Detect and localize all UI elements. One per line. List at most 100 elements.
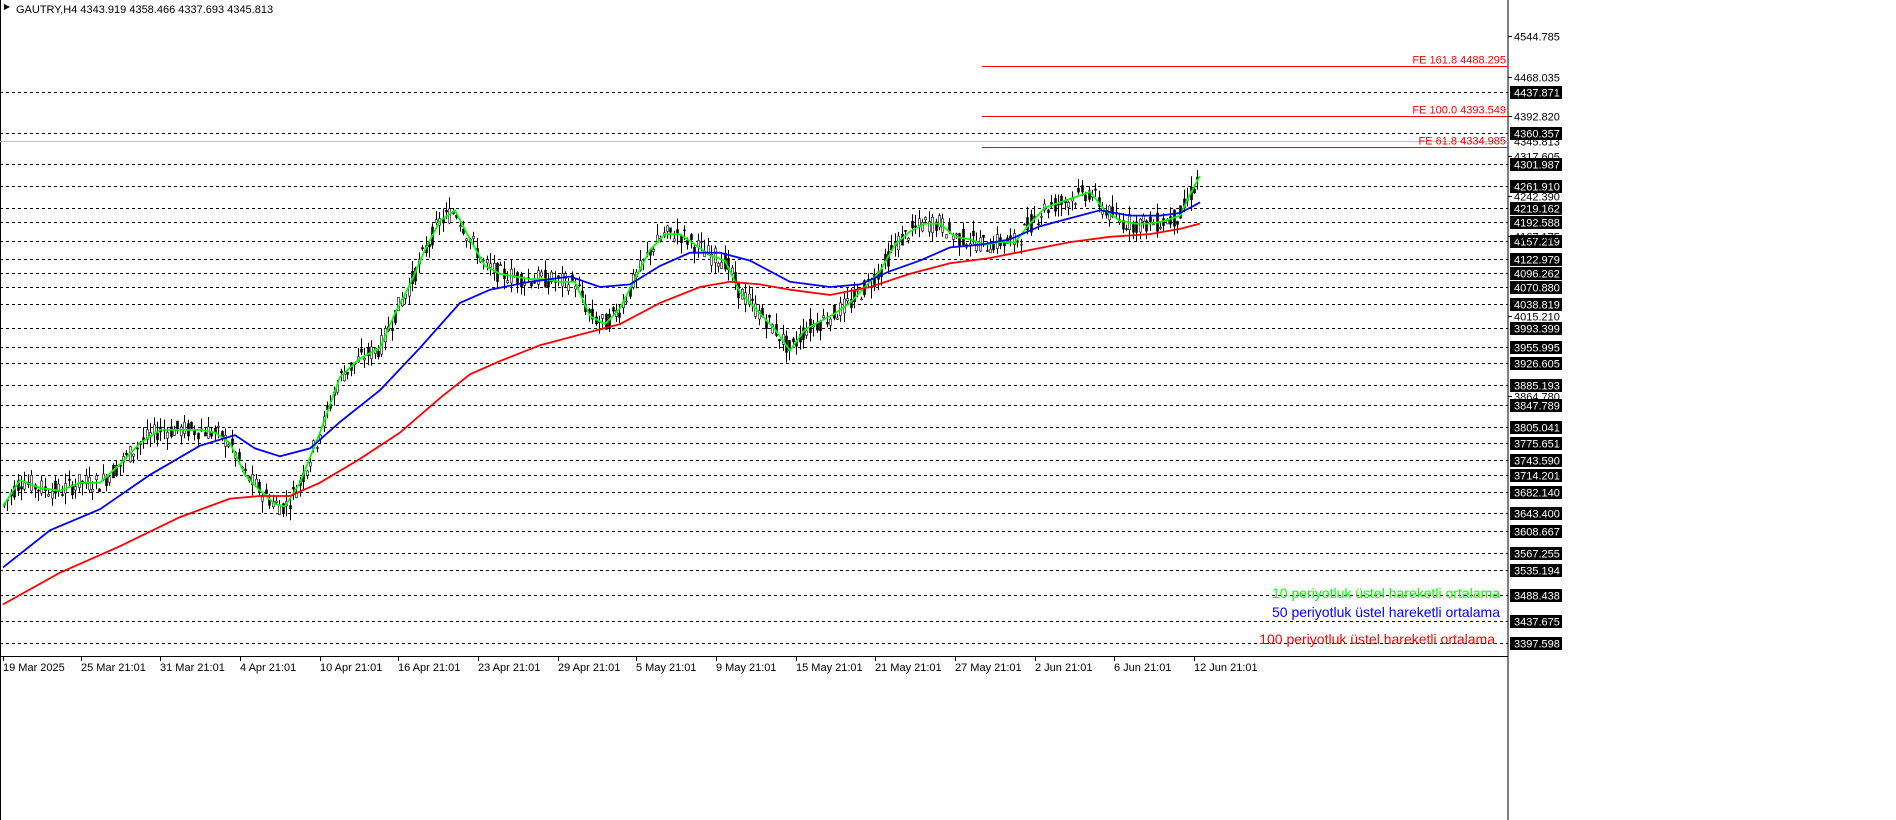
- price-tick-label: 4468.035: [1514, 73, 1560, 85]
- time-tick-label: 5 May 21:01: [636, 662, 697, 674]
- candle-body: [465, 238, 468, 241]
- candle-body: [306, 470, 309, 476]
- candle-body: [190, 421, 193, 429]
- chart-canvas: 4437.8714360.3574301.9874261.9104219.162…: [0, 0, 1896, 820]
- candle-body: [1152, 223, 1155, 226]
- level-price-label: 3437.675: [1514, 617, 1560, 629]
- candle-body: [1094, 188, 1097, 191]
- candle-body: [1047, 209, 1050, 213]
- candle-body: [907, 237, 910, 241]
- price-chart: 4437.871 4360.357 4301.987 4261.910 4219.162…: [0, 0, 1896, 820]
- level-price-label: 4219.162: [1514, 204, 1560, 216]
- candle-body: [47, 494, 50, 497]
- candle-body: [914, 225, 917, 228]
- candle-body: [833, 304, 836, 319]
- candle-body: [292, 486, 295, 490]
- candle-body: [822, 315, 825, 319]
- level-price-label: 3643.400: [1514, 509, 1560, 521]
- candle-body: [751, 298, 754, 301]
- candle-body: [108, 476, 111, 483]
- candle-body: [445, 210, 448, 213]
- candle-body: [204, 432, 207, 437]
- candle-body: [816, 322, 819, 331]
- legend-ema50: 50 periyotluk üstel hareketli ortalama: [1272, 604, 1500, 620]
- level-price-label: 4437.871: [1514, 88, 1560, 100]
- candle-body: [289, 505, 292, 510]
- fib-label: FE 100.0 4393.549: [1412, 105, 1506, 117]
- candle-body: [612, 307, 615, 312]
- candle-body: [132, 453, 135, 457]
- candle-body: [435, 219, 438, 224]
- candle-body: [975, 241, 978, 251]
- candle-body: [391, 327, 394, 331]
- level-price-label: 3567.255: [1514, 549, 1560, 561]
- time-tick-label: 19 Mar 2025: [3, 662, 65, 674]
- time-tick-label: 2 Jun 21:01: [1035, 662, 1093, 674]
- candle-body: [1020, 243, 1023, 246]
- candle-body: [346, 371, 349, 375]
- candle-body: [98, 488, 101, 492]
- candle-body: [61, 494, 64, 496]
- candle-body: [561, 273, 564, 287]
- candle-body: [30, 474, 33, 492]
- candle-body: [197, 432, 200, 440]
- candle-body: [537, 270, 540, 285]
- time-tick-label: 27 May 21:01: [955, 662, 1022, 674]
- price-tick-label: 4392.820: [1514, 112, 1560, 124]
- candle-body: [958, 233, 961, 246]
- level-price-label: 4192.588: [1514, 218, 1560, 230]
- candle-body: [51, 490, 54, 499]
- candle-body: [989, 248, 992, 254]
- level-price-label: 3682.140: [1514, 488, 1560, 500]
- candle-body: [768, 314, 771, 318]
- candle-body: [717, 263, 720, 267]
- candle-body: [20, 486, 23, 490]
- candle-body: [1013, 233, 1016, 246]
- time-tick-label: 16 Apr 21:01: [398, 662, 460, 674]
- candle-body: [1166, 220, 1169, 225]
- legend-ema100: 100 periyotluk üstel hareketli ortalama: [1259, 631, 1495, 647]
- candle-body: [1081, 185, 1084, 193]
- candle-body: [986, 250, 989, 252]
- candle-body: [938, 215, 941, 228]
- candle-body: [166, 431, 169, 439]
- candle-body: [1159, 227, 1162, 229]
- candle-body: [95, 475, 98, 481]
- level-price-label: 4122.979: [1514, 255, 1560, 267]
- candle-body: [836, 317, 839, 320]
- candle-body: [792, 338, 795, 343]
- candle-body: [955, 233, 958, 236]
- candle-body: [91, 488, 94, 493]
- time-tick-label: 25 Mar 21:01: [81, 662, 146, 674]
- candle-body: [125, 452, 128, 456]
- candle-body: [778, 338, 781, 342]
- time-tick-label: 9 May 21:01: [716, 662, 777, 674]
- candle-body: [377, 350, 380, 358]
- candle-body: [826, 321, 829, 325]
- legend-ema10: 10 periyotluk üstel hareketli ortalama: [1272, 585, 1500, 601]
- candle-body: [945, 234, 948, 239]
- candle-body: [23, 482, 26, 490]
- candle-body: [567, 284, 570, 292]
- chart-title: GAUTRY,H4 4343.919 4358.466 4337.693 434…: [16, 4, 273, 16]
- level-price-label: 3743.590: [1514, 456, 1560, 468]
- candle-body: [136, 447, 139, 450]
- candle-body: [231, 438, 234, 445]
- price-tick-label: 4242.390: [1514, 192, 1560, 204]
- time-tick-label: 6 Jun 21:01: [1114, 662, 1172, 674]
- candle-body: [1145, 220, 1148, 232]
- candle-body: [244, 468, 247, 471]
- candle-body: [1149, 216, 1152, 223]
- candle-body: [309, 461, 312, 467]
- candle-body: [530, 282, 533, 287]
- candle-body: [156, 432, 159, 441]
- level-price-label: 4038.819: [1514, 300, 1560, 312]
- fib-label: FE 61.8 4334.985: [1419, 136, 1506, 148]
- fib-label: FE 161.8 4488.295: [1412, 55, 1506, 67]
- candle-body: [578, 284, 581, 287]
- candle-body: [805, 330, 808, 336]
- price-tick-label: 4015.210: [1514, 312, 1560, 324]
- level-price-label: 3955.995: [1514, 343, 1560, 355]
- time-tick-label: 10 Apr 21:01: [320, 662, 382, 674]
- level-price-label: 3535.194: [1514, 566, 1560, 578]
